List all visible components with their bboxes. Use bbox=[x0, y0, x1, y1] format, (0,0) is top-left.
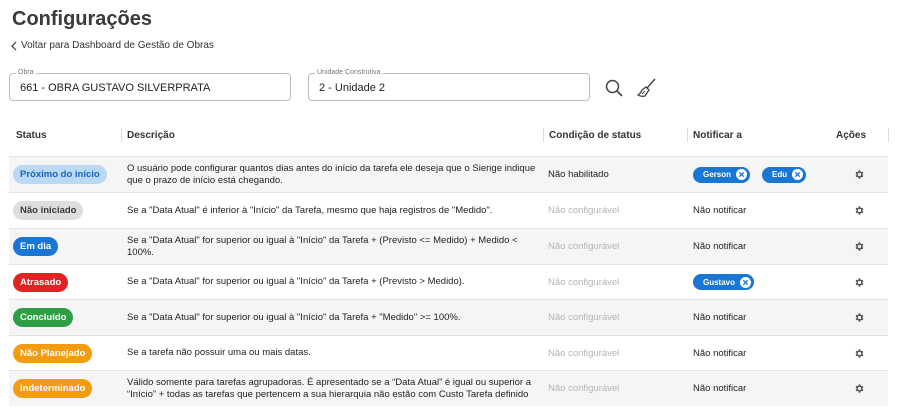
status-condition: Não configurável bbox=[548, 312, 620, 323]
table-header: Status Descrição Condição de status Noti… bbox=[0, 122, 897, 150]
notify-value: Não notificar bbox=[693, 241, 747, 252]
table-row: Atrasado Se a "Data Atual" for superior o… bbox=[9, 264, 888, 299]
settings-button[interactable] bbox=[854, 383, 865, 394]
status-condition: Não configurável bbox=[548, 347, 620, 359]
obra-label: Obra bbox=[16, 69, 36, 76]
notify-cell: Não notificar bbox=[693, 371, 863, 406]
gear-icon bbox=[855, 348, 863, 358]
chevron-left-icon bbox=[11, 41, 17, 50]
gear-icon bbox=[855, 277, 863, 287]
description-line: Se a tarefa não possuir uma ou mais data… bbox=[127, 347, 311, 358]
settings-button[interactable] bbox=[854, 205, 865, 216]
unidade-label: Unidade Construtiva bbox=[315, 69, 383, 76]
status-badge: Não Planejado bbox=[13, 343, 93, 363]
table-row: Indeterminado Válido somente para tarefas… bbox=[9, 370, 888, 406]
back-link-label: Voltar para Dashboard de Gestão de Obras bbox=[21, 40, 214, 51]
notify-value: Não notificar bbox=[693, 383, 747, 394]
notify-cell: Gustavo bbox=[693, 265, 863, 299]
table-row: Não iniciado Se a "Data Atual" é inferior… bbox=[9, 192, 888, 228]
gear-icon bbox=[855, 384, 863, 393]
gear-icon bbox=[855, 242, 863, 251]
broom-icon bbox=[636, 78, 656, 97]
remove-recipient-icon[interactable] bbox=[792, 169, 804, 180]
description-cell: O usuário pode configurar quantos dias a… bbox=[127, 157, 542, 192]
remove-recipient-icon[interactable] bbox=[736, 169, 748, 180]
notify-cell: Gerson Edu bbox=[693, 157, 863, 192]
search-button[interactable] bbox=[603, 77, 625, 99]
table-row: Próximo do início O usuário pode configur… bbox=[9, 156, 888, 192]
recipient-chip-label: Gustavo bbox=[703, 277, 736, 287]
notify-cell: Não notificar bbox=[693, 193, 863, 228]
status-badge: Concluído bbox=[13, 308, 74, 327]
search-icon bbox=[605, 79, 623, 97]
status-condition: Não configurável bbox=[548, 276, 620, 288]
description-cell: Se a "Data Atual" for superior ou igual … bbox=[127, 300, 542, 335]
clear-filters-button[interactable] bbox=[636, 77, 658, 99]
col-descricao: Descrição bbox=[127, 130, 175, 141]
settings-button[interactable] bbox=[854, 312, 865, 323]
description-cell: Se a "Data Atual" for superior ou igual … bbox=[127, 229, 542, 264]
settings-button[interactable] bbox=[854, 241, 865, 252]
description-cell: Se a "Data Atual" for superior ou igual … bbox=[127, 265, 542, 299]
page-title: Configurações bbox=[12, 8, 153, 30]
gear-icon bbox=[855, 313, 863, 322]
table-row: Em dia Se a "Data Atual" for superior ou … bbox=[9, 228, 888, 264]
recipient-chip-label: Edu bbox=[772, 170, 788, 179]
table-row: Concluído Se a "Data Atual" for superior … bbox=[9, 299, 888, 335]
description-line: Se a "Data Atual" for superior ou igual … bbox=[127, 234, 518, 246]
status-condition: Não configurável bbox=[548, 241, 620, 252]
col-status: Status bbox=[16, 130, 47, 141]
status-condition: Não habilitado bbox=[548, 169, 609, 180]
description-line: “Início” + todas as tarefas que pertence… bbox=[127, 388, 529, 400]
col-acoes: Ações bbox=[836, 130, 867, 141]
obra-field[interactable]: Obra 661 - OBRA GUSTAVO SILVERPRATA bbox=[9, 69, 291, 101]
notify-cell: Não notificar bbox=[693, 336, 863, 370]
description-line: Se a "Data Atual" for superior ou igual … bbox=[127, 311, 461, 323]
description-line: que o prazo de início está chegando. bbox=[127, 174, 283, 186]
recipient-chip[interactable]: Gerson bbox=[693, 166, 751, 183]
description-cell: Válido somente para tarefas agrupadoras.… bbox=[127, 371, 542, 406]
recipient-chip-label: Gerson bbox=[703, 170, 732, 179]
description-line: Se a "Data Atual" for superior ou igual … bbox=[127, 276, 465, 287]
notify-value: Não notificar bbox=[693, 347, 747, 359]
status-badge: Não iniciado bbox=[13, 201, 84, 220]
status-badge: Próximo do início bbox=[13, 165, 107, 184]
description-cell: Se a "Data Atual" é inferior à "Início" … bbox=[127, 193, 542, 228]
notify-cell: Não notificar bbox=[693, 300, 863, 335]
notify-value: Não notificar bbox=[693, 205, 747, 216]
description-line: O usuário pode configurar quantos dias a… bbox=[127, 162, 536, 174]
notify-cell: Não notificar bbox=[693, 229, 863, 264]
unidade-value: 2 - Unidade 2 bbox=[319, 82, 386, 94]
table-row: Não Planejado Se a tarefa não possuir uma… bbox=[9, 335, 888, 370]
description-line: Se a "Data Atual" é inferior à "Início" … bbox=[127, 204, 493, 216]
obra-value: 661 - OBRA GUSTAVO SILVERPRATA bbox=[20, 82, 211, 94]
col-notificar: Notificar a bbox=[693, 130, 742, 141]
settings-button[interactable] bbox=[854, 277, 865, 288]
status-badge: Em dia bbox=[13, 237, 59, 256]
status-condition: Não configurável bbox=[548, 205, 620, 216]
gear-icon bbox=[855, 170, 863, 179]
status-badge: Indeterminado bbox=[13, 379, 93, 398]
recipient-chip[interactable]: Edu bbox=[762, 166, 807, 183]
description-line: Válido somente para tarefas agrupadoras.… bbox=[127, 376, 532, 388]
gear-icon bbox=[855, 206, 863, 215]
status-condition: Não configurável bbox=[548, 383, 620, 394]
recipient-chip[interactable]: Gustavo bbox=[693, 274, 755, 290]
settings-button[interactable] bbox=[854, 348, 865, 359]
description-line: 100%. bbox=[127, 246, 154, 258]
settings-button[interactable] bbox=[854, 169, 865, 180]
description-cell: Se a tarefa não possuir uma ou mais data… bbox=[127, 336, 542, 370]
back-link[interactable]: Voltar para Dashboard de Gestão de Obras bbox=[10, 40, 214, 51]
status-badge: Atrasado bbox=[13, 272, 69, 292]
remove-recipient-icon[interactable] bbox=[740, 276, 752, 288]
notify-value: Não notificar bbox=[693, 312, 747, 323]
unidade-field[interactable]: Unidade Construtiva 2 - Unidade 2 bbox=[308, 69, 590, 101]
col-condicao: Condição de status bbox=[549, 130, 642, 141]
